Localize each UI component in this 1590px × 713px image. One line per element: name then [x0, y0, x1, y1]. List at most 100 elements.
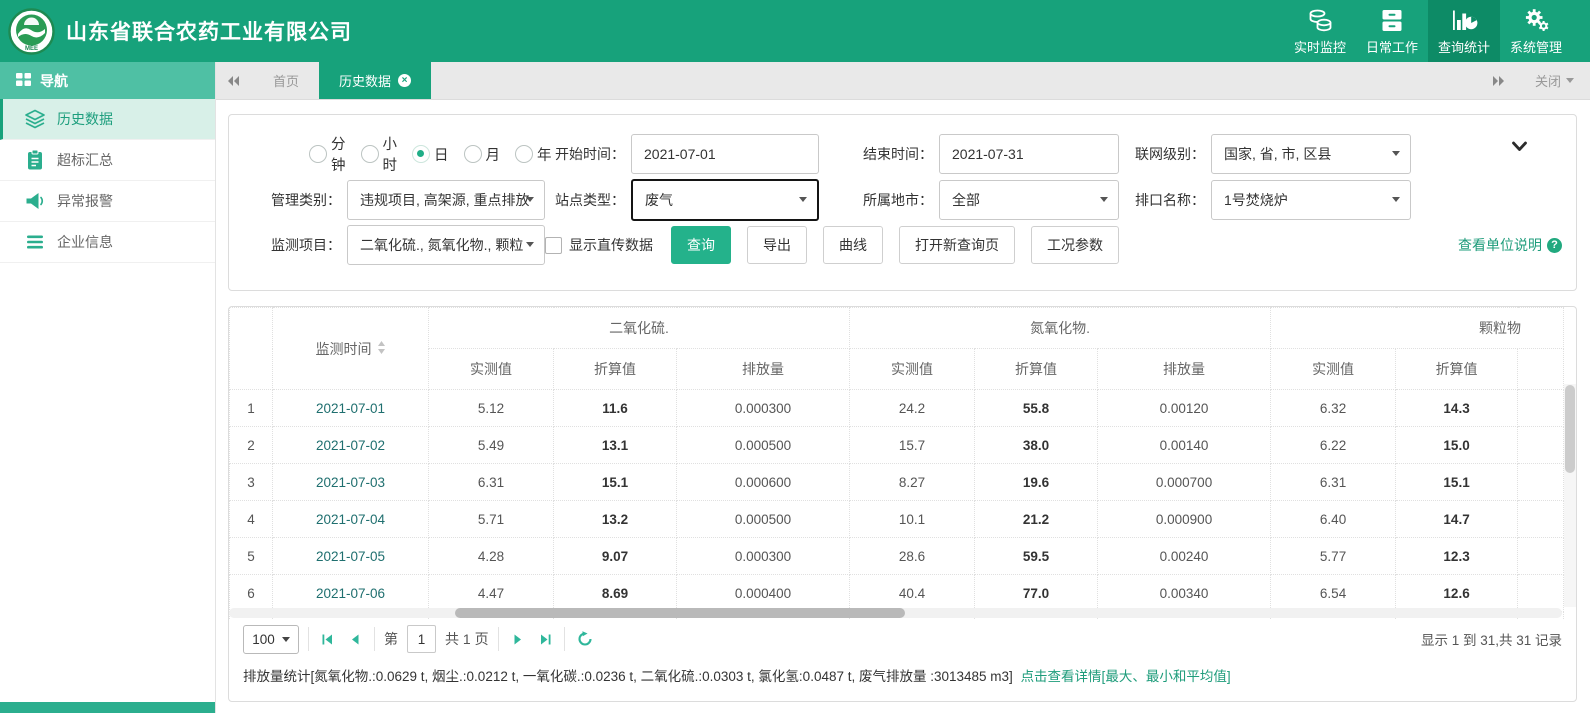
- value-cell: 0.000300: [677, 390, 850, 427]
- date-link[interactable]: 2021-07-03: [273, 464, 429, 501]
- filler-column-header: [1518, 349, 1564, 390]
- query-button[interactable]: 查询: [671, 226, 731, 264]
- time-header-label: 监测时间: [316, 339, 372, 359]
- page-number-input[interactable]: 1: [407, 625, 436, 653]
- station-type-label: 站点类型：: [545, 190, 631, 210]
- main-area: 首页 历史数据 × 关闭 分钟 小时 日 月 年 开始时间： 2021-07-0…: [215, 62, 1590, 713]
- tab-home[interactable]: 首页: [253, 62, 319, 99]
- condition-params-button[interactable]: 工况参数: [1031, 226, 1119, 264]
- horizontal-scrollbar[interactable]: [229, 608, 1562, 618]
- nav-item-daily-work[interactable]: 日常工作: [1356, 0, 1428, 62]
- network-level-select[interactable]: 国家, 省, 市, 区县: [1211, 134, 1411, 174]
- table-viewport: 监测时间二氧化硫.氮氧化物.颗粒物 实测值折算值排放量实测值折算值排放量实测值折…: [229, 307, 1576, 619]
- filter-row-3: 监测项目： 二氧化硫., 氮氧化物., 颗粒 显示直传数据 查询导出曲线打开新查…: [229, 225, 1576, 263]
- outlet-value: 1号焚烧炉: [1224, 190, 1288, 210]
- divider: [374, 627, 375, 651]
- value-cell: 15.7: [850, 427, 975, 464]
- value-cell: 6.22: [1271, 427, 1396, 464]
- sidebar: 导航 历史数据 超标汇总 异常报警 企业信息: [0, 62, 216, 713]
- app-header: MEE 山东省联合农药工业有限公司 实时监控 日常工作 查询统计 系统管理: [0, 0, 1590, 62]
- manage-type-value: 违规项目, 高架源, 重点排放: [360, 190, 530, 210]
- database-icon: [1307, 6, 1334, 34]
- value-cell: 4.47: [429, 575, 554, 612]
- value-cell: 14.3: [1396, 390, 1518, 427]
- date-link[interactable]: 2021-07-04: [273, 501, 429, 538]
- nav-item-query-stats[interactable]: 查询统计: [1428, 0, 1500, 62]
- chevron-down-icon: [1566, 78, 1574, 83]
- table-row: 42021-07-045.7113.20.00050010.121.20.000…: [230, 501, 1564, 538]
- manage-type-select[interactable]: 违规项目, 高架源, 重点排放: [347, 180, 545, 220]
- monitor-items-select[interactable]: 二氧化硫., 氮氧化物., 颗粒: [347, 225, 545, 265]
- filler-cell: [1518, 427, 1564, 464]
- tabs-scroll-left-icon[interactable]: [215, 62, 253, 99]
- page-size-value: 100: [252, 632, 275, 647]
- chevron-down-icon: [1392, 151, 1400, 156]
- sidebar-item-exceed-summary[interactable]: 超标汇总: [0, 140, 215, 181]
- date-link[interactable]: 2021-07-01: [273, 390, 429, 427]
- tabs-scroll-right-icon[interactable]: [1479, 62, 1517, 99]
- first-page-button[interactable]: [318, 633, 337, 646]
- sort-icon[interactable]: [377, 340, 386, 358]
- horizontal-scrollbar-thumb[interactable]: [455, 608, 905, 618]
- sidebar-item-history-data[interactable]: 历史数据: [0, 99, 215, 140]
- start-time-input[interactable]: 2021-07-01: [631, 134, 819, 174]
- tabs-close-menu[interactable]: 关闭: [1535, 62, 1574, 99]
- nav-item-system-manage[interactable]: 系统管理: [1500, 0, 1572, 62]
- time-column-header[interactable]: 监测时间: [273, 308, 429, 390]
- unit-help-link[interactable]: 查看单位说明?: [1458, 235, 1562, 255]
- header-nav: 实时监控 日常工作 查询统计 系统管理: [1284, 0, 1572, 62]
- date-link[interactable]: 2021-07-02: [273, 427, 429, 464]
- detail-link[interactable]: 点击查看详情[最大、最小和平均值]: [1021, 669, 1231, 684]
- clipboard-icon: [24, 149, 46, 171]
- next-page-button[interactable]: [508, 633, 527, 646]
- export-button[interactable]: 导出: [747, 226, 807, 264]
- chevron-down-icon: [526, 242, 534, 247]
- value-cell: 15.0: [1396, 427, 1518, 464]
- vertical-scrollbar-thumb[interactable]: [1565, 385, 1575, 473]
- period-radio-分钟[interactable]: 分钟: [309, 133, 346, 175]
- filler-cell: [1518, 538, 1564, 575]
- date-link[interactable]: 2021-07-06: [273, 575, 429, 612]
- value-cell: 15.1: [554, 464, 677, 501]
- nav-item-realtime-monitor[interactable]: 实时监控: [1284, 0, 1356, 62]
- value-cell: 0.000700: [1098, 464, 1271, 501]
- period-radio-月[interactable]: 月: [464, 144, 501, 165]
- collapse-filters-icon[interactable]: [1511, 139, 1528, 157]
- last-page-button[interactable]: [536, 633, 555, 646]
- page-size-select[interactable]: 100: [243, 625, 299, 654]
- outlet-select[interactable]: 1号焚烧炉: [1211, 180, 1411, 220]
- value-cell: 0.000500: [677, 501, 850, 538]
- value-cell: 40.4: [850, 575, 975, 612]
- prev-page-button[interactable]: [346, 633, 365, 646]
- refresh-button[interactable]: [574, 631, 596, 647]
- radio-dot-icon: [412, 145, 430, 163]
- station-type-select[interactable]: 废气: [631, 179, 819, 221]
- value-cell: 11.6: [554, 390, 677, 427]
- date-link[interactable]: 2021-07-05: [273, 538, 429, 575]
- open-new-query-button[interactable]: 打开新查询页: [899, 226, 1015, 264]
- gears-icon: [1523, 6, 1550, 34]
- value-cell: 6.31: [429, 464, 554, 501]
- curve-button[interactable]: 曲线: [823, 226, 883, 264]
- value-cell: 24.2: [850, 390, 975, 427]
- period-radio-小时[interactable]: 小时: [361, 133, 398, 175]
- tab-history-data[interactable]: 历史数据 ×: [319, 62, 431, 99]
- filler-cell: [1518, 501, 1564, 538]
- city-select[interactable]: 全部: [939, 180, 1119, 220]
- row-number: 2: [230, 427, 273, 464]
- value-cell: 21.2: [975, 501, 1098, 538]
- data-table: 监测时间二氧化硫.氮氧化物.颗粒物 实测值折算值排放量实测值折算值排放量实测值折…: [229, 307, 1564, 619]
- app: MEE 山东省联合农药工业有限公司 实时监控 日常工作 查询统计 系统管理 导航…: [0, 0, 1590, 713]
- sidebar-item-abnormal-alarm[interactable]: 异常报警: [0, 181, 215, 222]
- vertical-scrollbar[interactable]: [1564, 384, 1576, 607]
- period-radio-日[interactable]: 日: [412, 144, 449, 165]
- tab-close-icon[interactable]: ×: [398, 74, 411, 87]
- sidebar-item-enterprise-info[interactable]: 企业信息: [0, 222, 215, 263]
- city-label: 所属地市：: [819, 190, 939, 210]
- tab-bar: 首页 历史数据 × 关闭: [215, 62, 1590, 100]
- company-title: 山东省联合农药工业有限公司: [66, 16, 352, 46]
- end-time-input[interactable]: 2021-07-31: [939, 134, 1119, 174]
- show-direct-checkbox[interactable]: [545, 237, 562, 254]
- chevron-down-icon: [1392, 197, 1400, 202]
- city-value: 全部: [952, 190, 980, 210]
